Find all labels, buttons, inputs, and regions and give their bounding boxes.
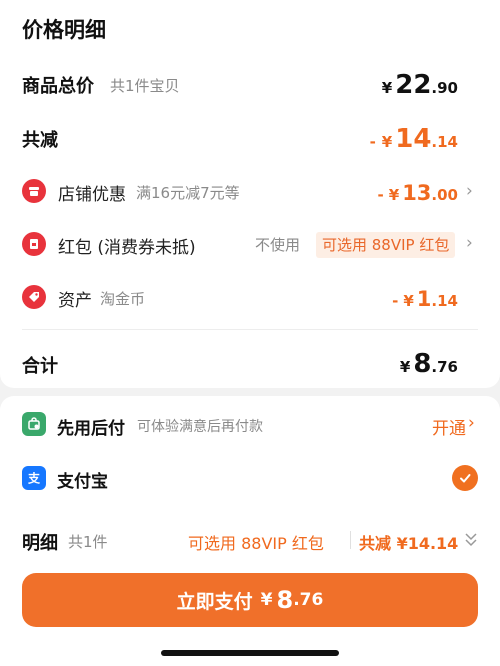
alipay-icon: 支 bbox=[22, 466, 46, 490]
vip-red-packet-badge[interactable]: 可选用 88VIP 红包 bbox=[316, 232, 456, 258]
assets-sub: 淘金币 bbox=[100, 290, 146, 308]
shop-discount-sub: 满16元减7元等 bbox=[136, 184, 240, 202]
page-title: 价格明细 bbox=[22, 18, 106, 42]
red-packet-icon bbox=[22, 232, 46, 256]
tag-icon bbox=[22, 285, 46, 309]
alipay-label: 支付宝 bbox=[57, 472, 108, 492]
chevron-right-icon: › bbox=[466, 181, 473, 201]
pay-later-label: 先用后付 bbox=[57, 419, 125, 439]
check-icon[interactable] bbox=[452, 465, 478, 491]
divider bbox=[22, 329, 478, 330]
shop-icon bbox=[22, 179, 46, 203]
total-reduce-label: 共减 bbox=[22, 130, 58, 151]
red-packet-status: 不使用 bbox=[255, 236, 301, 254]
svg-text:支: 支 bbox=[27, 471, 41, 486]
detail-vip-link[interactable]: 可选用 88VIP 红包 bbox=[188, 530, 324, 554]
pay-now-button[interactable]: 立即支付 ¥8.76 bbox=[22, 573, 478, 627]
sum-price: ¥8.76 bbox=[399, 349, 458, 379]
home-indicator bbox=[161, 650, 339, 656]
assets-price: - ¥1.14 bbox=[392, 287, 458, 311]
divider bbox=[350, 531, 351, 549]
chevron-down-icon[interactable] bbox=[464, 531, 478, 553]
pay-later-activate[interactable]: 开通 bbox=[432, 414, 466, 439]
chevron-right-icon: › bbox=[466, 233, 473, 253]
detail-label: 明细 bbox=[22, 533, 58, 554]
chevron-right-icon: › bbox=[468, 413, 475, 433]
shop-discount-price: - ¥13.00 bbox=[377, 181, 458, 205]
total-reduce-price: - ¥14.14 bbox=[369, 124, 458, 154]
detail-reduce: 共减 ¥14.14 bbox=[359, 534, 459, 553]
pay-later-sub: 可体验满意后再付款 bbox=[137, 419, 263, 435]
detail-count: 共1件 bbox=[68, 533, 108, 551]
pay-later-icon bbox=[22, 412, 46, 436]
goods-total-label: 商品总价 bbox=[22, 76, 94, 97]
assets-label: 资产 bbox=[58, 291, 92, 311]
red-packet-label: 红包 (消费券未抵) bbox=[58, 238, 196, 258]
shop-discount-label: 店铺优惠 bbox=[58, 185, 126, 205]
goods-total-sub: 共1件宝贝 bbox=[110, 77, 180, 95]
goods-total-price: ¥22.90 bbox=[381, 70, 458, 100]
sum-label: 合计 bbox=[22, 356, 58, 377]
